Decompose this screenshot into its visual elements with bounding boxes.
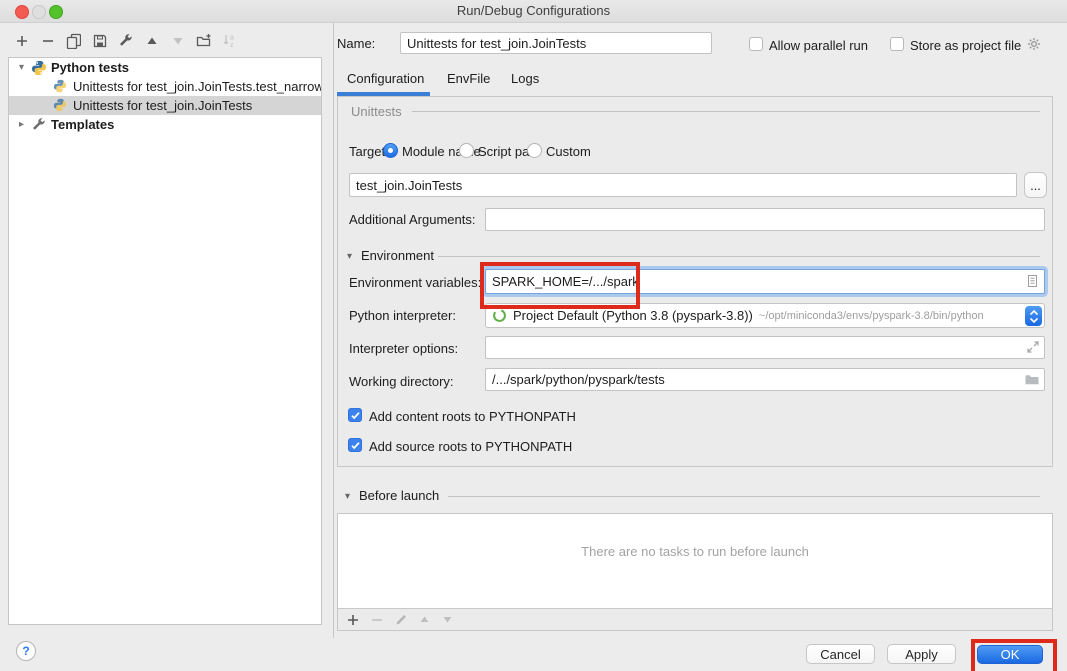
python-test-icon xyxy=(53,79,69,95)
browse-target-button[interactable]: ... xyxy=(1024,172,1047,198)
tab-logs[interactable]: Logs xyxy=(511,71,539,86)
working-directory-label: Working directory: xyxy=(349,374,454,389)
additional-arguments-label: Additional Arguments: xyxy=(349,212,475,227)
svg-text:a: a xyxy=(230,35,234,42)
before-launch-empty-message: There are no tasks to run before launch xyxy=(338,544,1052,559)
configuration-pane: Unittests Target: Module name Script pat… xyxy=(337,96,1053,467)
ok-button[interactable]: OK xyxy=(977,645,1043,664)
dropdown-stepper-icon[interactable] xyxy=(1025,306,1042,326)
tree-item-label: Unittests for test_join.JoinTests xyxy=(73,98,252,113)
svg-text:z: z xyxy=(230,42,234,48)
expanded-triangle-icon[interactable]: ▾ xyxy=(19,62,31,73)
panel-divider[interactable] xyxy=(333,22,334,638)
working-directory-input[interactable] xyxy=(485,368,1045,391)
target-input[interactable] xyxy=(349,173,1017,197)
interpreter-options-label: Interpreter options: xyxy=(349,341,458,356)
python-interpreter-path: ~/opt/miniconda3/envs/pyspark-3.8/bin/py… xyxy=(759,310,984,322)
move-down-icon xyxy=(170,33,185,48)
before-launch-toolbar xyxy=(338,608,1052,630)
name-label: Name: xyxy=(337,36,375,51)
unittests-group-title: Unittests xyxy=(351,104,402,119)
allow-parallel-run-label: Allow parallel run xyxy=(769,38,868,53)
environment-variables-input[interactable] xyxy=(485,269,1045,294)
store-as-project-file-checkbox[interactable] xyxy=(890,37,904,51)
group-divider xyxy=(412,111,1040,112)
environment-collapse-icon[interactable]: ▾ xyxy=(347,251,352,262)
remove-task-icon xyxy=(370,613,384,627)
store-options-gear-icon[interactable] xyxy=(1026,36,1042,52)
configurations-tree: ▾ Python tests Unittests for test_join.J… xyxy=(8,57,322,625)
radio-module-name[interactable] xyxy=(383,143,398,158)
templates-wrench-icon xyxy=(31,117,47,133)
tree-item-unittest-jointests[interactable]: Unittests for test_join.JoinTests xyxy=(9,96,321,115)
python-interpreter-select[interactable]: Project Default (Python 3.8 (pyspark-3.8… xyxy=(485,303,1045,328)
copy-configuration-icon[interactable] xyxy=(66,33,81,48)
store-as-project-file-label: Store as project file xyxy=(910,38,1021,53)
conda-environment-icon xyxy=(492,308,507,323)
tree-item-python-tests[interactable]: ▾ Python tests xyxy=(9,58,321,77)
move-up-icon[interactable] xyxy=(144,33,159,48)
radio-custom[interactable] xyxy=(527,143,542,158)
browse-folder-icon[interactable] xyxy=(1024,372,1040,388)
environment-variables-label: Environment variables: xyxy=(349,275,481,290)
add-configuration-icon[interactable] xyxy=(14,33,29,48)
sort-configurations-icon: az xyxy=(222,33,237,48)
env-variables-browse-icon[interactable] xyxy=(1025,274,1039,288)
configurations-toolbar: az xyxy=(14,33,237,48)
run-debug-configurations-dialog: Run/Debug Configurations az ▾ Pyt xyxy=(0,0,1067,671)
python-tests-icon xyxy=(31,60,47,76)
collapsed-triangle-icon[interactable]: ▸ xyxy=(19,119,31,130)
edit-task-icon xyxy=(394,613,408,627)
tree-item-label: Templates xyxy=(51,117,114,132)
apply-button[interactable]: Apply xyxy=(887,644,956,664)
environment-section-title[interactable]: Environment xyxy=(361,248,434,263)
help-button[interactable]: ? xyxy=(16,641,36,661)
titlebar[interactable]: Run/Debug Configurations xyxy=(0,0,1067,23)
before-launch-task-list: There are no tasks to run before launch xyxy=(337,513,1053,631)
new-folder-icon[interactable] xyxy=(196,33,211,48)
add-source-roots-label[interactable]: Add source roots to PYTHONPATH xyxy=(369,439,572,454)
before-launch-divider xyxy=(448,496,1040,497)
cancel-button[interactable]: Cancel xyxy=(806,644,875,664)
edit-templates-icon[interactable] xyxy=(118,33,133,48)
additional-arguments-input[interactable] xyxy=(485,208,1045,231)
before-launch-collapse-icon[interactable]: ▾ xyxy=(345,491,350,502)
move-task-up-icon xyxy=(418,613,431,626)
tree-item-label: Python tests xyxy=(51,60,129,75)
interpreter-options-input[interactable] xyxy=(485,336,1045,359)
before-launch-title[interactable]: Before launch xyxy=(359,488,439,503)
window-title: Run/Debug Configurations xyxy=(0,3,1067,18)
add-task-icon[interactable] xyxy=(346,613,360,627)
python-test-icon xyxy=(53,98,69,114)
move-task-down-icon xyxy=(441,613,454,626)
radio-script-path[interactable] xyxy=(459,143,474,158)
tree-item-templates[interactable]: ▸ Templates xyxy=(9,115,321,134)
add-source-roots-checkbox[interactable] xyxy=(348,438,362,452)
tab-envfile[interactable]: EnvFile xyxy=(447,71,490,86)
save-configuration-icon[interactable] xyxy=(92,33,107,48)
tab-configuration[interactable]: Configuration xyxy=(347,71,424,86)
add-content-roots-label[interactable]: Add content roots to PYTHONPATH xyxy=(369,409,576,424)
environment-divider xyxy=(438,256,1040,257)
python-interpreter-value: Project Default (Python 3.8 (pyspark-3.8… xyxy=(513,308,753,323)
remove-configuration-icon[interactable] xyxy=(40,33,55,48)
allow-parallel-run-checkbox[interactable] xyxy=(749,37,763,51)
tree-item-label: Unittests for test_join.JoinTests.test_n… xyxy=(73,79,321,94)
radio-custom-label[interactable]: Custom xyxy=(546,144,591,159)
expand-field-icon[interactable] xyxy=(1026,340,1040,354)
tree-item-unittest-narrow[interactable]: Unittests for test_join.JoinTests.test_n… xyxy=(9,77,321,96)
name-input[interactable] xyxy=(400,32,712,54)
python-interpreter-label: Python interpreter: xyxy=(349,308,456,323)
add-content-roots-checkbox[interactable] xyxy=(348,408,362,422)
